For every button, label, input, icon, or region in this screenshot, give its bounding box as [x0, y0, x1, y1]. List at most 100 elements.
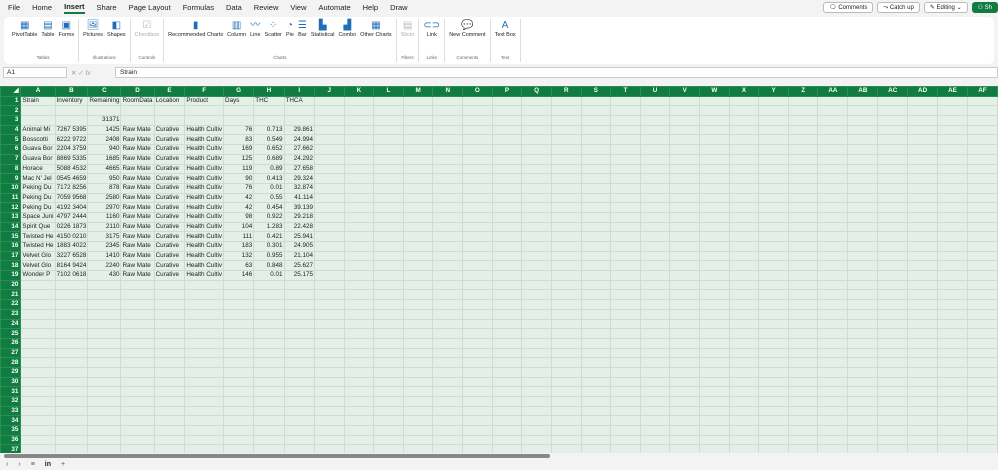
cell-AD24[interactable] [907, 318, 939, 330]
cell-AA34[interactable] [817, 415, 849, 427]
cell-P13[interactable] [491, 211, 523, 223]
cell-P10[interactable] [491, 182, 523, 194]
cell-G35[interactable] [223, 425, 255, 436]
cell-M18[interactable] [402, 260, 434, 272]
cell-M26[interactable] [402, 337, 434, 349]
cell-B9[interactable]: 0545 4659 [54, 173, 89, 184]
cell-AF33[interactable] [966, 405, 998, 417]
cell-H35[interactable] [253, 425, 285, 436]
cell-J34[interactable] [313, 415, 345, 427]
cell-G11[interactable]: 42 [223, 192, 255, 204]
cell-AF21[interactable] [966, 289, 998, 301]
cell-R33[interactable] [550, 405, 582, 417]
cell-M17[interactable] [402, 250, 434, 262]
cell-AB25[interactable] [847, 328, 879, 339]
cell-AC19[interactable] [877, 270, 909, 281]
cell-AF16[interactable] [966, 241, 998, 252]
cell-Q5[interactable] [521, 134, 552, 146]
ribbon-column-button[interactable]: ▥ Column [226, 19, 247, 55]
cell-E4[interactable]: Curative [153, 124, 186, 136]
cell-P3[interactable] [491, 115, 523, 126]
cell-L14[interactable] [373, 221, 404, 233]
tab-insert[interactable]: Insert [64, 2, 85, 14]
cell-P8[interactable] [491, 163, 523, 175]
cell-Z12[interactable] [787, 202, 819, 213]
cell-N33[interactable] [432, 405, 464, 417]
cell-B27[interactable] [54, 347, 89, 359]
cell-M20[interactable] [402, 279, 434, 291]
cell-U26[interactable] [639, 337, 671, 349]
cell-A13[interactable]: Space Juni [20, 211, 56, 223]
cell-G12[interactable]: 42 [223, 202, 255, 213]
cell-V29[interactable] [669, 366, 700, 378]
cell-K24[interactable] [343, 318, 375, 330]
cell-AF24[interactable] [966, 318, 998, 330]
cell-V15[interactable] [669, 231, 700, 242]
cell-L7[interactable] [373, 153, 404, 165]
column-header-AD[interactable]: AD [907, 86, 939, 97]
cell-L1[interactable] [373, 95, 404, 107]
ribbon-line-button[interactable]: 〰 Line [249, 19, 261, 55]
cell-A6[interactable]: Guava Bor [20, 144, 56, 155]
cell-T2[interactable] [610, 105, 641, 117]
cell-U12[interactable] [639, 202, 671, 213]
cell-AF7[interactable] [966, 153, 998, 165]
cell-H5[interactable]: 0.549 [253, 134, 285, 146]
cell-AF13[interactable] [966, 211, 998, 223]
cell-B24[interactable] [54, 318, 89, 330]
cell-AD10[interactable] [907, 182, 939, 194]
cell-N17[interactable] [432, 250, 464, 262]
cell-M9[interactable] [402, 173, 434, 184]
cell-N25[interactable] [432, 328, 464, 339]
cell-V10[interactable] [669, 182, 700, 194]
cell-AA22[interactable] [817, 299, 849, 310]
cell-T13[interactable] [610, 211, 641, 223]
cell-AD32[interactable] [907, 396, 939, 407]
cell-U29[interactable] [639, 366, 671, 378]
cell-E33[interactable] [153, 405, 186, 417]
cell-W3[interactable] [698, 115, 730, 126]
cell-Q1[interactable] [521, 95, 552, 107]
cell-AF11[interactable] [966, 192, 998, 204]
row-header[interactable]: 32 [0, 396, 22, 407]
cell-X1[interactable] [728, 95, 760, 107]
cell-Q16[interactable] [521, 241, 552, 252]
cell-D5[interactable]: Raw Mate [120, 134, 155, 146]
cell-K4[interactable] [343, 124, 375, 136]
cell-O5[interactable] [462, 134, 493, 146]
cell-G3[interactable] [223, 115, 255, 126]
cell-Z6[interactable] [787, 144, 819, 155]
cell-AF17[interactable] [966, 250, 998, 262]
cell-S2[interactable] [580, 105, 612, 117]
row-header[interactable]: 22 [0, 299, 22, 310]
cell-T17[interactable] [610, 250, 641, 262]
cell-V1[interactable] [669, 95, 700, 107]
spreadsheet-grid[interactable]: ◢ A B C D E F G H I J K L M N O P Q R S T U V W X Y Z AA AB AC AD AE AF 1… [0, 86, 998, 453]
cell-Q11[interactable] [521, 192, 552, 204]
cell-G31[interactable] [223, 386, 255, 397]
cell-AF31[interactable] [966, 386, 998, 397]
cell-L15[interactable] [373, 231, 404, 242]
sheet-tab[interactable]: in [45, 461, 51, 468]
cell-Y32[interactable] [758, 396, 789, 407]
select-all-button[interactable]: ◢ [0, 86, 22, 97]
cell-F15[interactable]: Health Cultiv [184, 231, 225, 242]
cell-AE3[interactable] [937, 115, 968, 126]
cell-AE30[interactable] [937, 376, 968, 388]
cell-G23[interactable] [223, 308, 255, 320]
cell-G19[interactable]: 146 [223, 270, 255, 281]
ribbon-new-comment-button[interactable]: 💬 New Comment [448, 19, 486, 55]
cell-O36[interactable] [462, 434, 493, 446]
cell-W26[interactable] [698, 337, 730, 349]
cell-Z16[interactable] [787, 241, 819, 252]
cell-G20[interactable] [223, 279, 255, 291]
row-header[interactable]: 26 [0, 337, 22, 349]
cell-AE8[interactable] [937, 163, 968, 175]
cell-AB5[interactable] [847, 134, 879, 146]
cell-Y11[interactable] [758, 192, 789, 204]
cell-AF28[interactable] [966, 357, 998, 368]
cell-Y5[interactable] [758, 134, 789, 146]
cell-C9[interactable]: 950 [87, 173, 122, 184]
cell-I16[interactable]: 24.905 [283, 241, 315, 252]
cell-I21[interactable] [283, 289, 315, 301]
